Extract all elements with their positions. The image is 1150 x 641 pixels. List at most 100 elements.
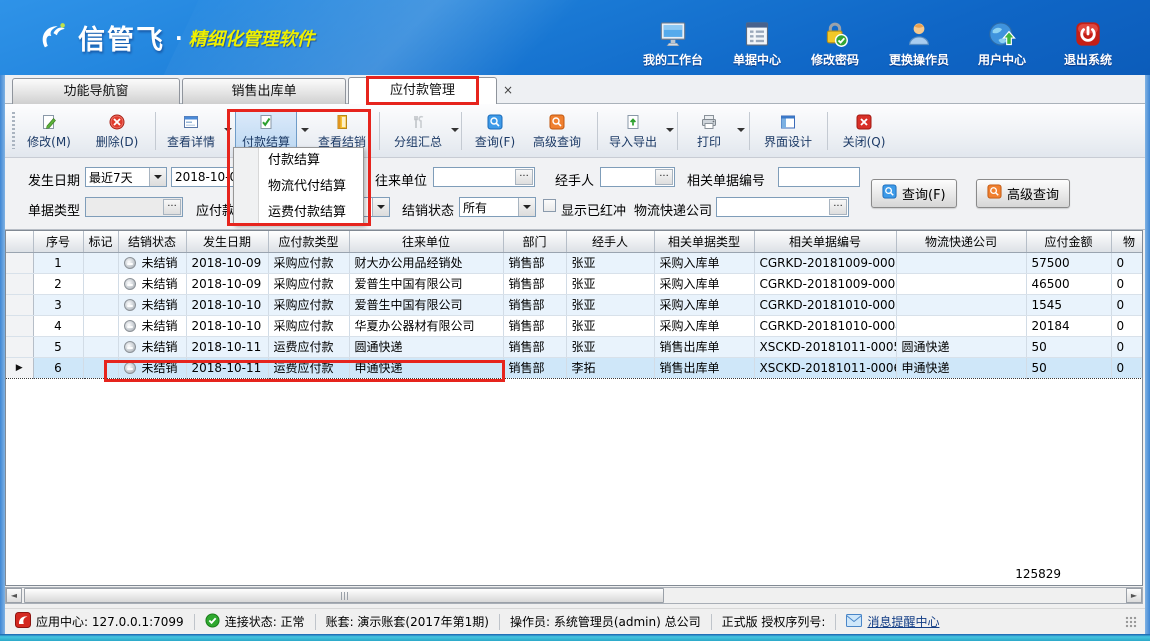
column-header[interactable]: 应付金额 bbox=[1026, 231, 1111, 252]
column-header[interactable]: 标记 bbox=[83, 231, 118, 252]
table-cell bbox=[83, 357, 118, 378]
doc-type-label: 单据类型 bbox=[28, 200, 80, 219]
column-header[interactable]: 相关单据类型 bbox=[654, 231, 754, 252]
scrollbar-thumb[interactable] bbox=[24, 588, 664, 603]
nav-document-center[interactable]: 单据中心 bbox=[728, 20, 786, 70]
table-row[interactable]: 2未结销2018-10-09采购应付款爱普生中国有限公司销售部张亚采购入库单CG… bbox=[6, 273, 1143, 294]
table-cell: 0 bbox=[1111, 336, 1143, 357]
column-header[interactable]: 序号 bbox=[33, 231, 83, 252]
lookup-dots-icon[interactable]: ··· bbox=[655, 169, 673, 185]
column-header[interactable]: 结销状态 bbox=[118, 231, 186, 252]
view-details-dropdown-icon[interactable] bbox=[224, 128, 232, 132]
menu-item-logistics-settle[interactable]: 物流代付结算 bbox=[234, 174, 363, 200]
logistics-input[interactable]: ··· bbox=[716, 197, 849, 217]
table-row[interactable]: 4未结销2018-10-10采购应付款华夏办公器材有限公司销售部张亚采购入库单C… bbox=[6, 315, 1143, 336]
status-message-center[interactable]: 消息提醒中心 bbox=[836, 613, 949, 630]
status-text: 账套: 演示账套(2017年第1期) bbox=[326, 613, 489, 630]
import-export-dropdown-icon[interactable] bbox=[666, 128, 674, 132]
scroll-right-icon[interactable]: ► bbox=[1126, 588, 1142, 603]
advanced-query-button[interactable]: 高级查询 bbox=[526, 110, 588, 153]
partner-input[interactable]: ··· bbox=[433, 167, 535, 187]
row-selector-cell[interactable] bbox=[6, 336, 33, 357]
tab-sales-outbound[interactable]: 销售出库单 bbox=[182, 78, 346, 104]
ui-design-button[interactable]: 界面设计 bbox=[757, 110, 819, 153]
menu-item-payment-settle[interactable]: 付款结算 bbox=[234, 148, 363, 174]
column-header[interactable]: 往来单位 bbox=[349, 231, 503, 252]
chevron-down-icon[interactable] bbox=[518, 198, 535, 216]
query-filter-button[interactable]: 查询(F) bbox=[871, 179, 957, 208]
table-row[interactable]: 1未结销2018-10-09采购应付款财大办公用品经销处销售部张亚采购入库单CG… bbox=[6, 252, 1143, 273]
nav-change-password[interactable]: 修改密码 bbox=[806, 20, 864, 70]
row-selector-cell[interactable] bbox=[6, 252, 33, 273]
table-cell: 张亚 bbox=[566, 315, 654, 336]
nav-change-operator[interactable]: 更换操作员 bbox=[884, 20, 954, 70]
group-summary-button[interactable]: 分组汇总 bbox=[388, 110, 448, 153]
close-button[interactable]: 关闭(Q) bbox=[835, 110, 893, 153]
table-row[interactable]: 5未结销2018-10-11运费应付款圆通快递销售部张亚销售出库单XSCKD-2… bbox=[6, 336, 1143, 357]
show-red-checkbox[interactable] bbox=[543, 199, 556, 212]
chevron-down-icon[interactable] bbox=[372, 198, 389, 216]
row-selector-cell[interactable] bbox=[6, 294, 33, 315]
status-app-center: 应用中心: 127.0.0.1:7099 bbox=[5, 612, 194, 631]
show-red-label: 显示已红冲 bbox=[561, 200, 626, 219]
table-cell: 销售部 bbox=[503, 315, 566, 336]
print-icon bbox=[701, 114, 717, 133]
payable-grid: 序号标记结销状态发生日期应付款类型往来单位部门经手人相关单据类型相关单据编号物流… bbox=[5, 230, 1143, 586]
table-cell: 爱普生中国有限公司 bbox=[349, 294, 503, 315]
table-row[interactable]: 3未结销2018-10-10采购应付款爱普生中国有限公司销售部张亚采购入库单CG… bbox=[6, 294, 1143, 315]
column-header[interactable]: 发生日期 bbox=[186, 231, 268, 252]
nav-user-center[interactable]: 用户中心 bbox=[972, 20, 1032, 70]
delete-button[interactable]: 删除(D) bbox=[86, 110, 148, 153]
scroll-left-icon[interactable]: ◄ bbox=[6, 588, 22, 603]
toolbar-grip[interactable] bbox=[12, 112, 15, 149]
message-center-link[interactable]: 消息提醒中心 bbox=[867, 613, 939, 630]
tab-function-nav[interactable]: 功能导航窗 bbox=[12, 78, 180, 104]
nav-exit-system[interactable]: 退出系统 bbox=[1058, 20, 1118, 70]
tab-close-icon[interactable]: × bbox=[501, 83, 515, 97]
column-header[interactable]: 相关单据编号 bbox=[754, 231, 896, 252]
settle-status-select[interactable]: 所有 bbox=[459, 197, 536, 217]
table-cell: 销售部 bbox=[503, 273, 566, 294]
brand-slogan: 精细化管理软件 bbox=[189, 25, 315, 51]
column-header[interactable]: 物流快递公司 bbox=[896, 231, 1026, 252]
table-cell: 0 bbox=[1111, 294, 1143, 315]
import-export-button[interactable]: 导入导出 bbox=[603, 110, 663, 153]
horizontal-scrollbar[interactable]: ◄ ► bbox=[5, 587, 1143, 604]
table-cell: 4 bbox=[33, 315, 83, 336]
column-header[interactable]: 物 bbox=[1111, 231, 1143, 252]
nav-my-workspace[interactable]: 我的工作台 bbox=[640, 20, 706, 70]
query-button[interactable]: 查询(F) bbox=[467, 110, 523, 153]
column-header[interactable]: 经手人 bbox=[566, 231, 654, 252]
column-header[interactable]: 应付款类型 bbox=[268, 231, 349, 252]
row-selector-cell[interactable] bbox=[6, 273, 33, 294]
group-summary-dropdown-icon[interactable] bbox=[451, 128, 459, 132]
window-border-bottom bbox=[0, 634, 1150, 641]
doc-type-input[interactable]: ··· bbox=[85, 197, 183, 217]
resize-grip[interactable] bbox=[1125, 616, 1137, 628]
lookup-dots-icon[interactable]: ··· bbox=[829, 199, 847, 215]
menu-item-freight-settle[interactable]: 运费付款结算 bbox=[234, 200, 363, 226]
column-header[interactable]: 部门 bbox=[503, 231, 566, 252]
view-details-button[interactable]: 查看详情 bbox=[161, 110, 221, 153]
chevron-down-icon[interactable] bbox=[149, 168, 166, 186]
nav-label: 更换操作员 bbox=[889, 51, 949, 68]
related-no-input[interactable] bbox=[778, 167, 860, 187]
date-range-select[interactable]: 最近7天 bbox=[85, 167, 167, 187]
table-cell: CGRKD-20181010-0004 bbox=[754, 315, 896, 336]
table-cell bbox=[83, 315, 118, 336]
payment-settle-dropdown-icon[interactable] bbox=[301, 128, 309, 132]
table-row[interactable]: ▶6未结销2018-10-11运费应付款申通快递销售部李拓销售出库单XSCKD-… bbox=[6, 357, 1143, 378]
table-cell: 销售部 bbox=[503, 336, 566, 357]
row-selector-cell[interactable]: ▶ bbox=[6, 357, 33, 378]
print-button[interactable]: 打印 bbox=[685, 110, 733, 153]
row-selector-cell[interactable] bbox=[6, 315, 33, 336]
tab-payable-management[interactable]: 应付款管理 bbox=[348, 77, 497, 105]
print-dropdown-icon[interactable] bbox=[737, 128, 745, 132]
advanced-query-filter-button[interactable]: 高级查询 bbox=[976, 179, 1070, 208]
modify-button[interactable]: 修改(M) bbox=[18, 110, 80, 153]
handler-input[interactable]: ··· bbox=[600, 167, 675, 187]
brand-separator: · bbox=[175, 26, 183, 50]
lookup-dots-icon[interactable]: ··· bbox=[163, 199, 181, 215]
lookup-dots-icon[interactable]: ··· bbox=[515, 169, 533, 185]
table-cell: 未结销 bbox=[118, 273, 186, 294]
